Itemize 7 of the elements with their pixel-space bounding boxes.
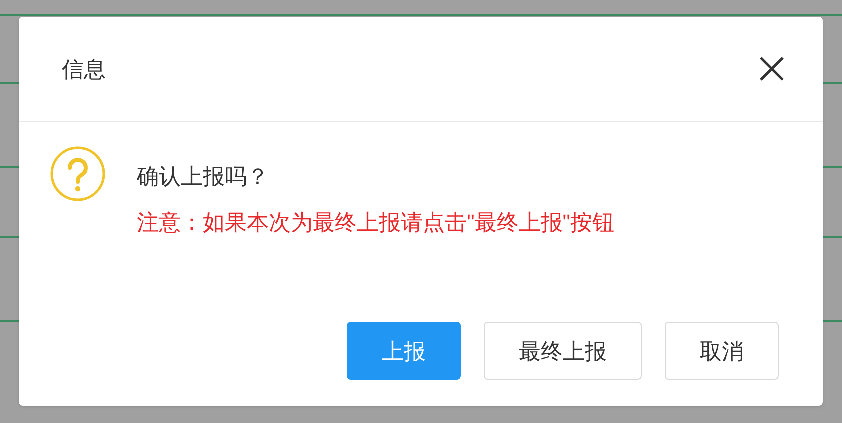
dialog-button[interactable]: 最终上报: [484, 322, 642, 380]
question-icon: [50, 146, 106, 202]
warning-message: 注意：如果本次为最终上报请点击"最终上报"按钮: [137, 210, 615, 236]
confirm-message: 确认上报吗？: [137, 164, 270, 190]
dialog-title: 信息: [62, 56, 106, 84]
dialog-button[interactable]: 取消: [665, 322, 779, 380]
close-icon: [759, 56, 785, 82]
